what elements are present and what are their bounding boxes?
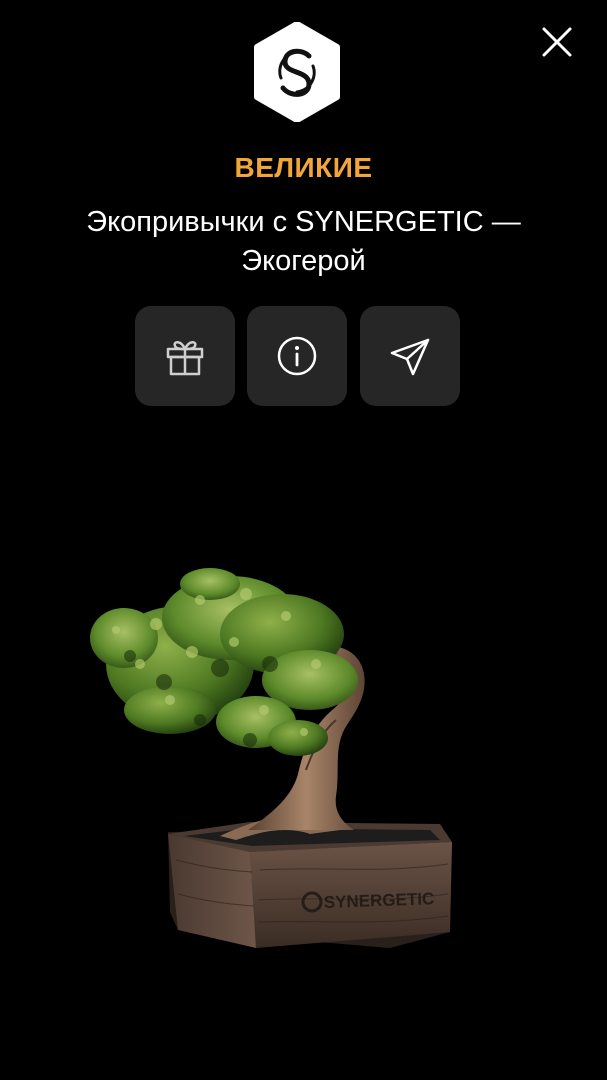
synergetic-logo-icon [254, 22, 340, 122]
action-bar [135, 306, 460, 406]
share-button[interactable] [360, 306, 460, 406]
tree-foliage [90, 568, 358, 756]
category-badge: ВЕЛИКИЕ [234, 152, 373, 183]
send-icon [390, 338, 430, 376]
bonsai-tree-image: SYNERGETIC [90, 568, 452, 948]
brand-logo [251, 22, 343, 122]
page-title: Экопривычки с SYNERGETIC — Экогерой [86, 206, 521, 277]
gift-icon [166, 341, 204, 376]
close-icon [542, 27, 572, 57]
pot-brand-text: SYNERGETIC [323, 889, 434, 912]
gift-button[interactable] [135, 306, 235, 406]
close-button[interactable] [536, 21, 578, 63]
info-icon [277, 336, 317, 376]
info-button[interactable] [247, 306, 347, 406]
bonsai-model[interactable]: SYNERGETIC [60, 560, 480, 960]
